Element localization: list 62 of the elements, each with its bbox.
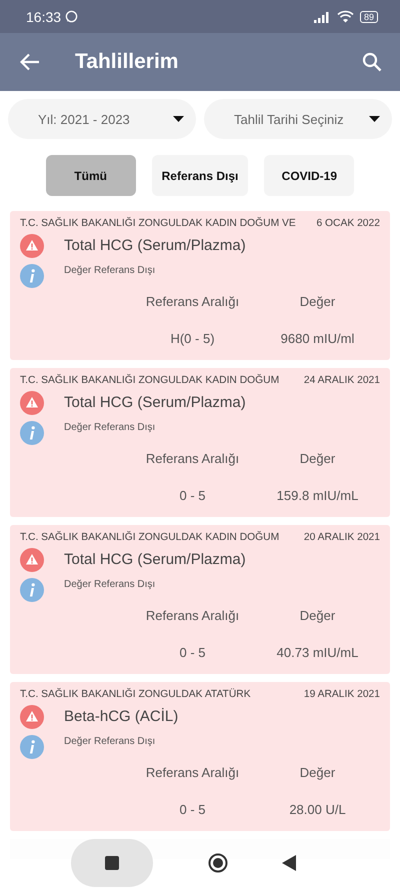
caret-icon — [173, 116, 184, 122]
status-text: Değer Referans Dışı — [64, 579, 156, 590]
home-icon[interactable] — [208, 853, 228, 873]
warning-icon — [20, 234, 44, 258]
recents-button[interactable] — [71, 839, 153, 887]
chat-bubble-icon — [65, 10, 78, 23]
info-icon[interactable] — [20, 264, 44, 288]
test-name: Total HCG (Serum/Plazma) — [64, 551, 246, 568]
filter-tab[interactable]: COVID-19 — [264, 155, 354, 196]
warning-icon — [20, 705, 44, 729]
filter-tab[interactable]: Referans Dışı — [152, 155, 248, 196]
result-date: 20 ARALIK 2021 — [304, 532, 380, 543]
column-label: Referans Aralığı — [144, 608, 240, 623]
square-icon — [105, 856, 119, 870]
column-label: Değer — [298, 294, 336, 309]
reference-range: 0 - 5 — [178, 488, 206, 503]
hospital-name: T.C. SAĞLIK BAKANLIĞI ZONGULDAK KADIN DOĞUM — [20, 375, 280, 386]
battery-indicator: 89 — [360, 10, 378, 22]
result-card[interactable]: T.C. SAĞLIK BAKANLIĞI ZONGULDAK ATATÜRK 19 ARALIK 2021 Beta-hCG (ACİL) Değer Referans Dışı Referans Aralığı Değer 0 - 5 28.00 U/L — [10, 682, 390, 831]
column-label: Değer — [298, 765, 336, 780]
result-value: 9680 mIU/ml — [280, 331, 356, 346]
result-value: 40.73 mIU/mL — [276, 645, 360, 660]
hospital-name: T.C. SAĞLIK BAKANLIĞI ZONGULDAK ATATÜRK — [20, 689, 251, 700]
filter-tab[interactable]: Tümü — [46, 155, 136, 196]
hospital-name: T.C. SAĞLIK BAKANLIĞI ZONGULDAK KADIN DOĞUM VE — [20, 218, 296, 229]
wifi-icon — [336, 10, 354, 23]
info-icon[interactable] — [20, 735, 44, 759]
search-icon[interactable] — [362, 52, 382, 72]
test-name: Beta-hCG (ACİL) — [64, 708, 178, 725]
column-label: Değer — [298, 451, 336, 466]
reference-range: H(0 - 5) — [169, 331, 216, 346]
screen-title: Tahlillerim — [75, 50, 180, 74]
result-card[interactable]: T.C. SAĞLIK BAKANLIĞI ZONGULDAK KADIN DOĞUM 20 ARALIK 2021 Total HCG (Serum/Plazma) Değer Referans Dışı Referans Aralığı Değer 0 - 5 40.73 mIU/mL — [10, 525, 390, 674]
back-arrow-icon[interactable] — [20, 53, 40, 71]
column-label: Değer — [298, 608, 336, 623]
clock: 16:33 — [26, 8, 62, 24]
test-name: Total HCG (Serum/Plazma) — [64, 394, 246, 411]
warning-icon — [20, 391, 44, 415]
dropdown[interactable]: Yıl: 2021 - 2023 — [8, 99, 196, 139]
result-date: 24 ARALIK 2021 — [304, 375, 380, 386]
info-icon[interactable] — [20, 421, 44, 445]
warning-icon — [20, 548, 44, 572]
status-text: Değer Referans Dışı — [64, 265, 156, 276]
result-date: 19 ARALIK 2021 — [304, 689, 380, 700]
reference-range: 0 - 5 — [178, 802, 206, 817]
result-date: 6 OCAK 2022 — [316, 218, 380, 229]
result-card[interactable]: T.C. SAĞLIK BAKANLIĞI ZONGULDAK KADIN DOĞUM 24 ARALIK 2021 Total HCG (Serum/Plazma) Değer Referans Dışı Referans Aralığı Değer 0 - 5 159.8 mIU/mL — [10, 368, 390, 517]
caret-icon — [369, 116, 380, 122]
dropdown[interactable]: Tahlil Tarihi Seçiniz — [204, 99, 392, 139]
status-text: Değer Referans Dışı — [64, 736, 156, 747]
result-value: 159.8 mIU/mL — [276, 488, 360, 503]
column-label: Referans Aralığı — [144, 765, 240, 780]
back-icon[interactable] — [282, 855, 296, 871]
status-text: Değer Referans Dışı — [64, 422, 156, 433]
test-name: Total HCG (Serum/Plazma) — [64, 237, 246, 254]
column-label: Referans Aralığı — [144, 451, 240, 466]
result-card[interactable]: T.C. SAĞLIK BAKANLIĞI ZONGULDAK KADIN DOĞUM VE 6 OCAK 2022 Total HCG (Serum/Plazma) Değer Referans Dışı Referans Aralığı Değer H(0 - 5) 9680 mIU/ml — [10, 211, 390, 360]
column-label: Referans Aralığı — [144, 294, 240, 309]
info-icon[interactable] — [20, 578, 44, 602]
reference-range: 0 - 5 — [178, 645, 206, 660]
hospital-name: T.C. SAĞLIK BAKANLIĞI ZONGULDAK KADIN DOĞUM — [20, 532, 280, 543]
result-value: 28.00 U/L — [288, 802, 347, 817]
